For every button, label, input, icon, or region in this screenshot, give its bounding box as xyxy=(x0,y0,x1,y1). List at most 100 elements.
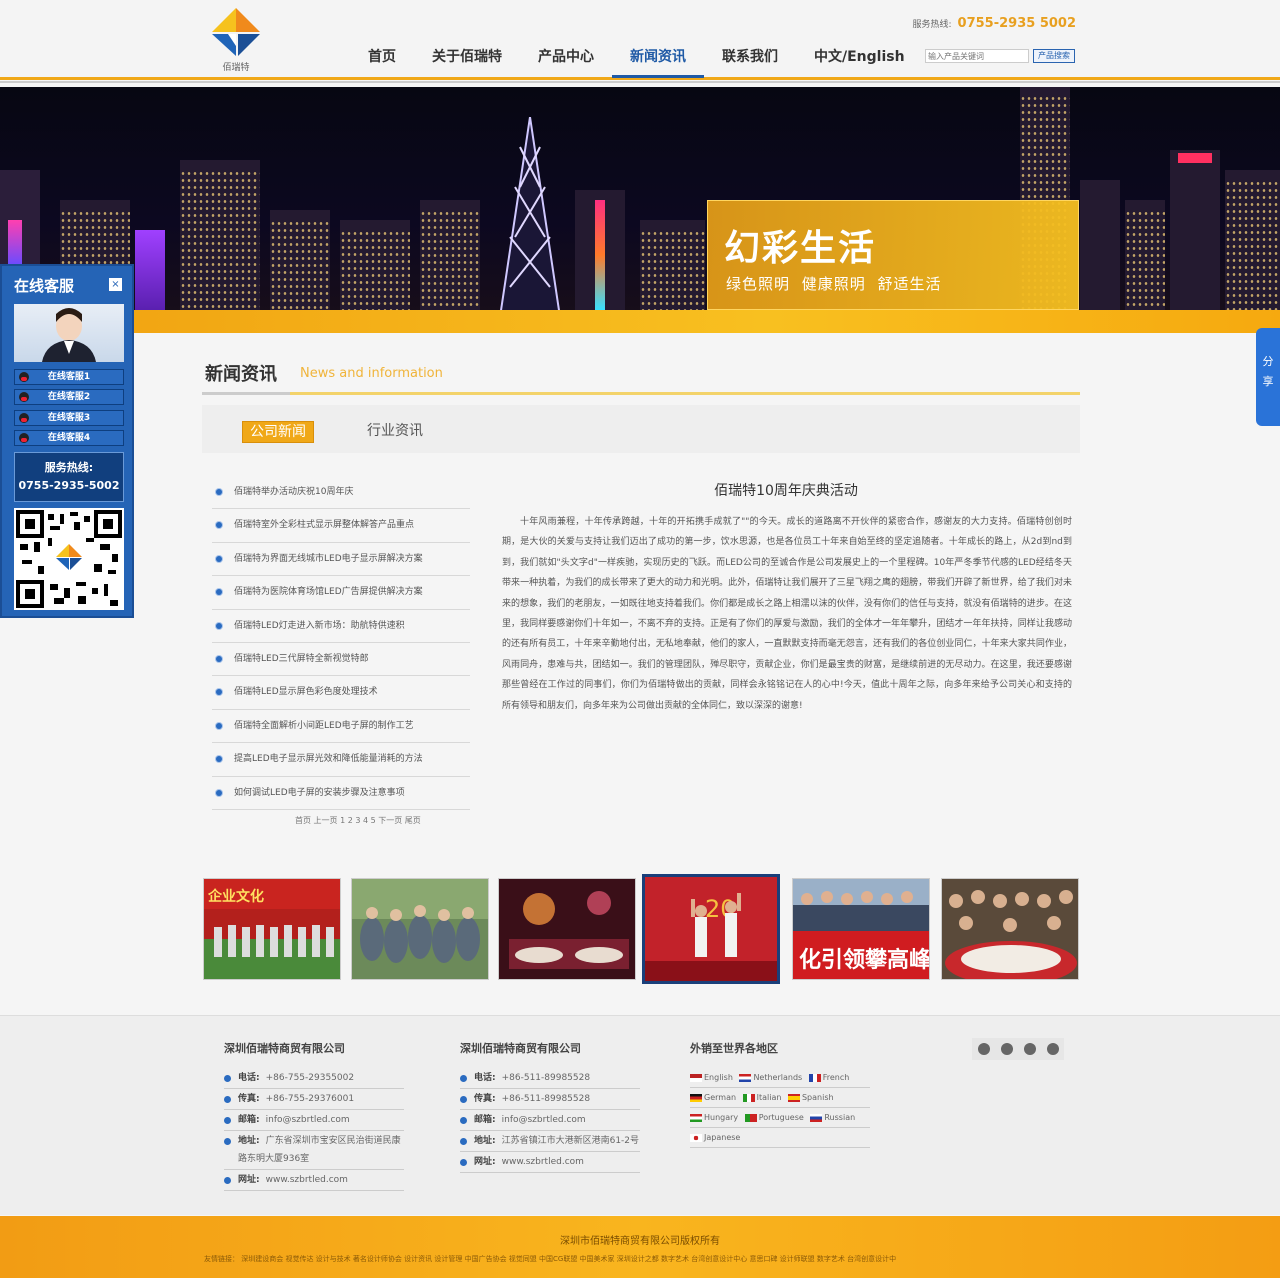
nav-language[interactable]: 中文/English xyxy=(796,44,923,78)
nav-contact[interactable]: 联系我们 xyxy=(704,44,796,78)
renren-icon[interactable] xyxy=(1046,1043,1059,1055)
banner-strip xyxy=(0,310,1280,333)
search-input[interactable] xyxy=(925,49,1029,63)
phone-icon xyxy=(224,1075,231,1082)
site-header: 佰瑞特 服务热线: 0755-2935 5002 首页 关于佰瑞特 产品中心 新闻… xyxy=(0,0,1280,83)
social-icons xyxy=(972,1038,1064,1060)
bullet-icon xyxy=(216,522,222,529)
weibo-icon[interactable] xyxy=(977,1043,990,1055)
tencent-weibo-icon[interactable] xyxy=(1000,1043,1013,1055)
bullet-icon xyxy=(216,555,222,562)
service-hotline-label: 服务热线: xyxy=(44,461,94,474)
gallery-photo-4[interactable]: 20 xyxy=(642,874,780,984)
hungary-flag-icon xyxy=(690,1113,702,1122)
footer-website[interactable]: 网址: www.szbrtled.com xyxy=(460,1152,640,1173)
footer-email[interactable]: 邮箱: info@szbrtled.com xyxy=(460,1110,640,1131)
bullet-icon xyxy=(216,789,222,796)
service-button-1[interactable]: 在线客服1 xyxy=(14,369,124,385)
company-logo[interactable]: 佰瑞特 xyxy=(210,6,262,73)
news-item[interactable]: 佰瑞特LED显示屏色彩色度处理技术 xyxy=(212,676,470,710)
news-pagination[interactable]: 首页 上一页 1 2 3 4 5 下一页 尾页 xyxy=(295,815,421,826)
friend-links[interactable]: 友情链接： 深圳建设商会 视觉传达 设计与技术 著名设计师协会 设计资讯 设计管… xyxy=(204,1254,896,1264)
share-tab[interactable]: 分享 xyxy=(1256,328,1280,426)
qzone-icon[interactable] xyxy=(1023,1043,1036,1055)
language-row: Japanese xyxy=(690,1128,870,1148)
qr-code-icon xyxy=(14,508,124,610)
germany-flag-icon xyxy=(690,1093,702,1102)
netherlands-flag-icon xyxy=(739,1073,752,1082)
bullet-icon xyxy=(216,489,222,495)
banner-subtitle: 绿色照明 健康照明 舒适生活 xyxy=(726,275,942,293)
footer-phone: 电话: +86-755-29355002 xyxy=(224,1068,404,1089)
portugal-flag-icon xyxy=(744,1113,757,1122)
bullet-icon xyxy=(216,589,222,596)
lang-english[interactable]: English xyxy=(704,1073,733,1082)
lang-french[interactable]: French xyxy=(823,1073,850,1082)
service-title: 在线客服 xyxy=(14,277,75,295)
service-hotline: 服务热线: 0755-2935-5002 xyxy=(14,452,124,502)
footer-fax: 传真: +86-755-29376001 xyxy=(224,1089,404,1110)
spain-flag-icon xyxy=(787,1093,800,1102)
footer-email[interactable]: 邮箱: info@szbrtled.com xyxy=(224,1110,404,1131)
main-nav: 首页 关于佰瑞特 产品中心 新闻资讯 联系我们 中文/English xyxy=(350,44,923,80)
article-title: 佰瑞特10周年庆典活动 xyxy=(714,483,858,499)
footer-languages: 外销至世界各地区 English Netherlands French Germ… xyxy=(690,1040,870,1148)
us-flag-icon xyxy=(690,1073,702,1082)
fax-icon xyxy=(224,1096,231,1103)
search-button[interactable]: 产品搜索 xyxy=(1033,49,1075,63)
tab-industry-news[interactable]: 行业资讯 xyxy=(360,421,430,443)
close-icon[interactable]: × xyxy=(109,278,122,291)
lang-spanish[interactable]: Spanish xyxy=(802,1093,834,1102)
nav-about[interactable]: 关于佰瑞特 xyxy=(414,44,520,78)
lang-italian[interactable]: Italian xyxy=(757,1093,782,1102)
nav-news[interactable]: 新闻资讯 xyxy=(612,44,704,78)
lang-japanese[interactable]: Japanese xyxy=(704,1133,740,1142)
lang-hungary[interactable]: Hungary xyxy=(704,1113,738,1122)
banner-title: 幻彩生活 xyxy=(724,227,877,269)
banner-slogan: 幻彩生活 绿色照明 健康照明 舒适生活 xyxy=(707,200,1079,310)
bullet-icon xyxy=(216,689,222,696)
article-body: 十年风雨兼程，十年传承跨越，十年的开拓携手成就了""的今天。成长的道路离不开伙伴… xyxy=(502,517,1072,711)
nav-home[interactable]: 首页 xyxy=(350,44,414,78)
service-agent-photo xyxy=(14,304,124,362)
news-item[interactable]: 佰瑞特为医院体育场馆LED广告屏提供解决方案 xyxy=(212,576,470,610)
gallery-photo-5[interactable]: 化引领攀高峰 xyxy=(792,878,930,980)
news-item[interactable]: 如何调试LED电子屏的安装步骤及注意事项 xyxy=(212,777,470,810)
hero-banner: 幻彩生活 绿色照明 健康照明 舒适生活 xyxy=(0,87,1280,333)
copyright-text: 深圳市佰瑞特商贸有限公司版权所有 xyxy=(560,1236,720,1247)
gallery-photo-3[interactable] xyxy=(498,878,636,980)
bullet-icon xyxy=(216,655,222,662)
bullet-icon xyxy=(216,622,222,629)
globe-icon xyxy=(224,1177,231,1184)
service-button-3[interactable]: 在线客服3 xyxy=(14,410,124,426)
location-icon xyxy=(224,1138,231,1145)
footer-company-1-title: 深圳佰瑞特商贸有限公司 xyxy=(224,1042,345,1055)
gallery-photo-1[interactable]: 企业文化 xyxy=(203,878,341,980)
language-row: German Italian Spanish xyxy=(690,1088,870,1108)
footer-website[interactable]: 网址: www.szbrtled.com xyxy=(224,1170,404,1191)
copyright-bar: 深圳市佰瑞特商贸有限公司版权所有 友情链接： 深圳建设商会 视觉传达 设计与技术… xyxy=(0,1216,1280,1278)
news-item[interactable]: 提高LED电子显示屏光效和降低能量消耗的方法 xyxy=(212,743,470,777)
footer-address: 地址: 广东省深圳市宝安区民治街道民康路东明大厦936室 xyxy=(224,1131,404,1170)
service-button-2[interactable]: 在线客服2 xyxy=(14,389,124,405)
gallery-photo-2[interactable] xyxy=(351,878,489,980)
lang-german[interactable]: German xyxy=(704,1093,736,1102)
news-item[interactable]: 佰瑞特LED三代屏特全新视觉特郎 xyxy=(212,643,470,677)
section-subtitle: News and information xyxy=(300,366,443,381)
news-item[interactable]: 佰瑞特举办活动庆祝10周年庆 xyxy=(212,476,470,510)
news-item[interactable]: 佰瑞特室外全彩柱式显示屏整体解答产品重点 xyxy=(212,509,470,543)
lang-netherlands[interactable]: Netherlands xyxy=(753,1073,802,1082)
nav-products[interactable]: 产品中心 xyxy=(520,44,612,78)
service-hotline-number: 0755-2935-5002 xyxy=(18,479,120,492)
service-button-4[interactable]: 在线客服4 xyxy=(14,430,124,446)
svg-text:化引领攀高峰: 化引领攀高峰 xyxy=(799,947,930,973)
france-flag-icon xyxy=(808,1073,821,1082)
news-item[interactable]: 佰瑞特LED灯走进入新市场：助航特供速积 xyxy=(212,610,470,643)
logo-text: 佰瑞特 xyxy=(222,63,250,73)
gallery-photo-6[interactable] xyxy=(941,878,1079,980)
tab-company-news[interactable]: 公司新闻 xyxy=(242,421,314,443)
lang-russian[interactable]: Russian xyxy=(824,1113,855,1122)
news-item[interactable]: 佰瑞特为界面无线城市LED电子显示屏解决方案 xyxy=(212,543,470,577)
news-item[interactable]: 佰瑞特全面解析小间距LED电子屏的制作工艺 xyxy=(212,710,470,744)
lang-portuguese[interactable]: Portuguese xyxy=(759,1113,804,1122)
